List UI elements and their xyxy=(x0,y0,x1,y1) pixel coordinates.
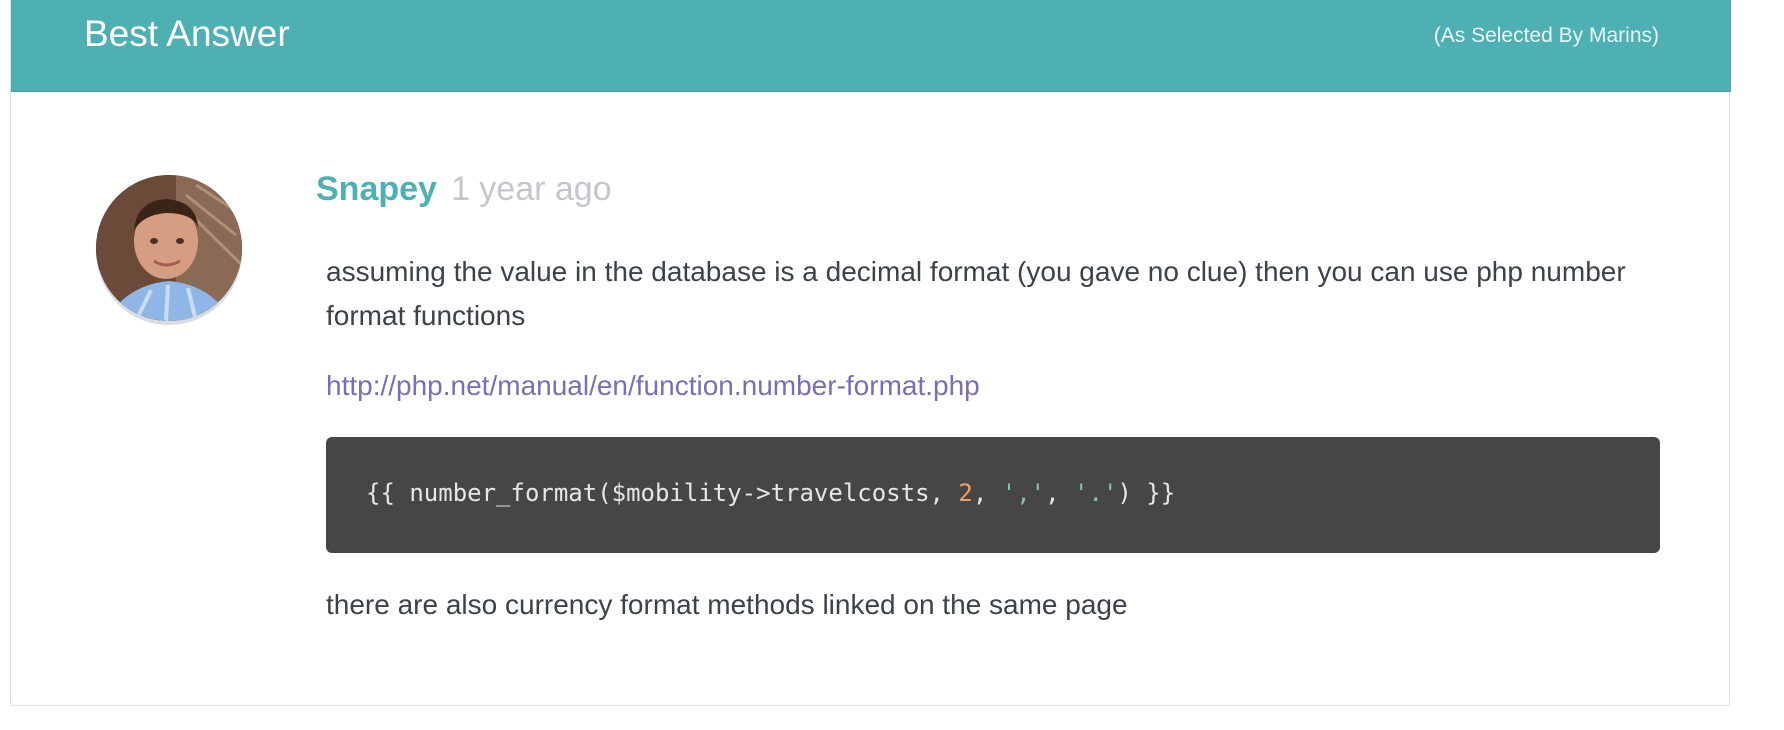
answer-footer-text: there are also currency format methods l… xyxy=(326,589,1128,620)
code-separator: , xyxy=(972,479,1002,507)
header-title: Best Answer xyxy=(84,13,290,54)
avatar[interactable] xyxy=(96,175,242,321)
code-prefix: {{ number_format($mobility->travelcosts, xyxy=(366,479,959,507)
code-separator: , xyxy=(1045,479,1075,507)
code-string-token: ',' xyxy=(1001,479,1046,507)
best-answer-header: Best Answer (As Selected By Marins) xyxy=(11,0,1731,92)
selected-by-label: (As Selected By Marins) xyxy=(1433,24,1659,47)
code-string-token: '.' xyxy=(1074,479,1118,507)
code-suffix: ) }} xyxy=(1117,479,1176,507)
code-number-token: 2 xyxy=(958,479,973,507)
answer-paragraph: assuming the value in the database is a … xyxy=(326,256,1626,331)
best-answer-card: Best Answer (As Selected By Marins) Snap… xyxy=(10,0,1731,706)
php-manual-link[interactable]: http://php.net/manual/en/function.number… xyxy=(326,366,980,406)
author-row: Snapey 1 year ago xyxy=(316,170,612,216)
code-block: {{ number_format($mobility->travelcosts,… xyxy=(326,437,1660,553)
code-line: {{ number_format($mobility->travelcosts,… xyxy=(366,477,1175,509)
author-name-link[interactable]: Snapey xyxy=(316,170,437,209)
post-timestamp: 1 year ago xyxy=(450,170,612,208)
user-avatar-icon xyxy=(96,175,242,321)
